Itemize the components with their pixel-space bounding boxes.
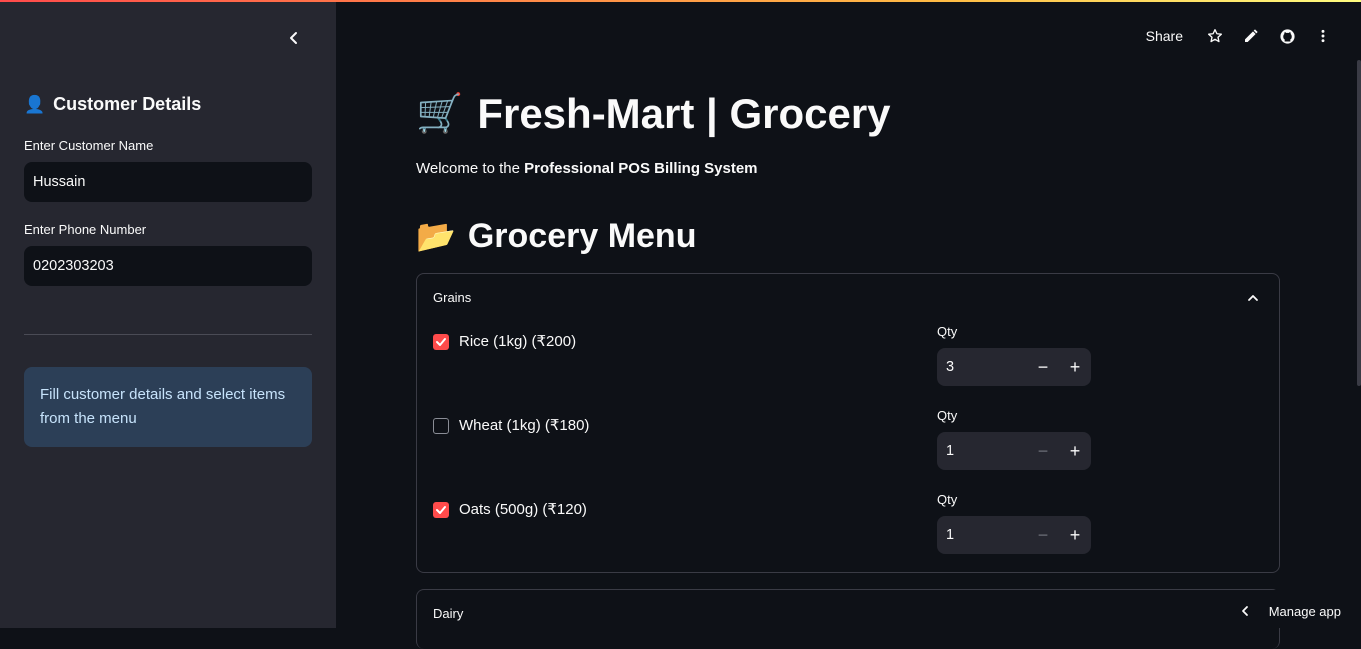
github-icon[interactable] xyxy=(1269,24,1305,48)
expander-header-dairy[interactable]: Dairy xyxy=(433,606,463,621)
user-icon: 👤 xyxy=(24,94,46,114)
expander-dairy: Dairy xyxy=(416,589,1280,649)
item-label: Wheat (1kg) (₹180) xyxy=(459,417,590,434)
phone-number-label: Enter Phone Number xyxy=(24,222,147,237)
oats-checkbox[interactable] xyxy=(433,502,449,518)
sidebar-divider xyxy=(24,334,312,335)
sidebar: 👤 Customer Details Enter Customer Name E… xyxy=(0,0,336,628)
qty-label: Qty xyxy=(937,408,958,423)
minus-icon[interactable]: − xyxy=(1027,348,1059,386)
welcome-prefix: Welcome to the xyxy=(416,160,525,177)
quantity-value[interactable]: 1 xyxy=(937,527,1027,543)
header-toolbar: Share xyxy=(1146,24,1341,48)
menu-title-text: Grocery Menu xyxy=(467,216,697,255)
page-title: 🛒 Fresh-Mart | Grocery xyxy=(416,88,891,140)
wheat-checkbox[interactable] xyxy=(433,418,449,434)
quantity-stepper: 1 − + xyxy=(937,432,1091,470)
pencil-icon[interactable] xyxy=(1233,24,1269,48)
rice-checkbox[interactable] xyxy=(433,334,449,350)
manage-app-label: Manage app xyxy=(1268,603,1341,619)
list-item: Rice (1kg) (₹200) Qty 3 − + xyxy=(433,324,1263,402)
plus-icon[interactable]: + xyxy=(1059,348,1091,386)
manage-app-button[interactable]: Manage app xyxy=(1239,600,1341,622)
item-label: Rice (1kg) (₹200) xyxy=(459,333,577,350)
list-item: Oats (500g) (₹120) Qty 1 − + xyxy=(433,492,1263,570)
minus-icon[interactable]: − xyxy=(1027,432,1059,470)
top-decoration-bar xyxy=(0,0,1361,2)
sidebar-title: 👤 Customer Details xyxy=(24,94,201,115)
expander-grains: Grains Rice (1kg) (₹200) Qty 3 − + Wheat… xyxy=(416,273,1280,573)
customer-name-label: Enter Customer Name xyxy=(24,138,154,153)
customer-name-input[interactable] xyxy=(24,162,312,202)
more-vert-icon[interactable] xyxy=(1305,24,1341,48)
info-alert: Fill customer details and select items f… xyxy=(24,367,312,447)
scrollbar[interactable] xyxy=(1357,60,1361,386)
welcome-text: Welcome to the Professional POS Billing … xyxy=(416,160,758,177)
quantity-value[interactable]: 1 xyxy=(937,443,1027,459)
quantity-value[interactable]: 3 xyxy=(937,359,1027,375)
page-title-text: Fresh-Mart | Grocery xyxy=(477,90,891,137)
qty-label: Qty xyxy=(937,492,958,507)
shopping-cart-icon: 🛒 xyxy=(416,93,464,135)
sidebar-title-text: Customer Details xyxy=(53,94,202,114)
phone-number-input[interactable] xyxy=(24,246,312,286)
quantity-stepper: 3 − + xyxy=(937,348,1091,386)
plus-icon[interactable]: + xyxy=(1059,432,1091,470)
share-button[interactable]: Share xyxy=(1146,28,1183,44)
list-item: Wheat (1kg) (₹180) Qty 1 − + xyxy=(433,408,1263,486)
checkmark-icon xyxy=(436,506,446,514)
plus-icon[interactable]: + xyxy=(1059,516,1091,554)
folder-icon: 📂 xyxy=(416,218,456,254)
item-label: Oats (500g) (₹120) xyxy=(459,501,587,518)
chevron-up-icon[interactable] xyxy=(1243,288,1263,308)
chevron-left-icon xyxy=(1241,606,1248,616)
chevron-left-icon xyxy=(290,32,297,44)
collapse-sidebar-button[interactable] xyxy=(282,26,306,50)
expander-header-grains[interactable]: Grains xyxy=(433,290,471,305)
quantity-stepper: 1 − + xyxy=(937,516,1091,554)
checkmark-icon xyxy=(436,338,446,346)
menu-title: 📂 Grocery Menu xyxy=(416,214,696,258)
star-icon[interactable] xyxy=(1197,24,1233,48)
minus-icon[interactable]: − xyxy=(1027,516,1059,554)
qty-label: Qty xyxy=(937,324,958,339)
welcome-bold: Professional POS Billing System xyxy=(524,160,758,177)
